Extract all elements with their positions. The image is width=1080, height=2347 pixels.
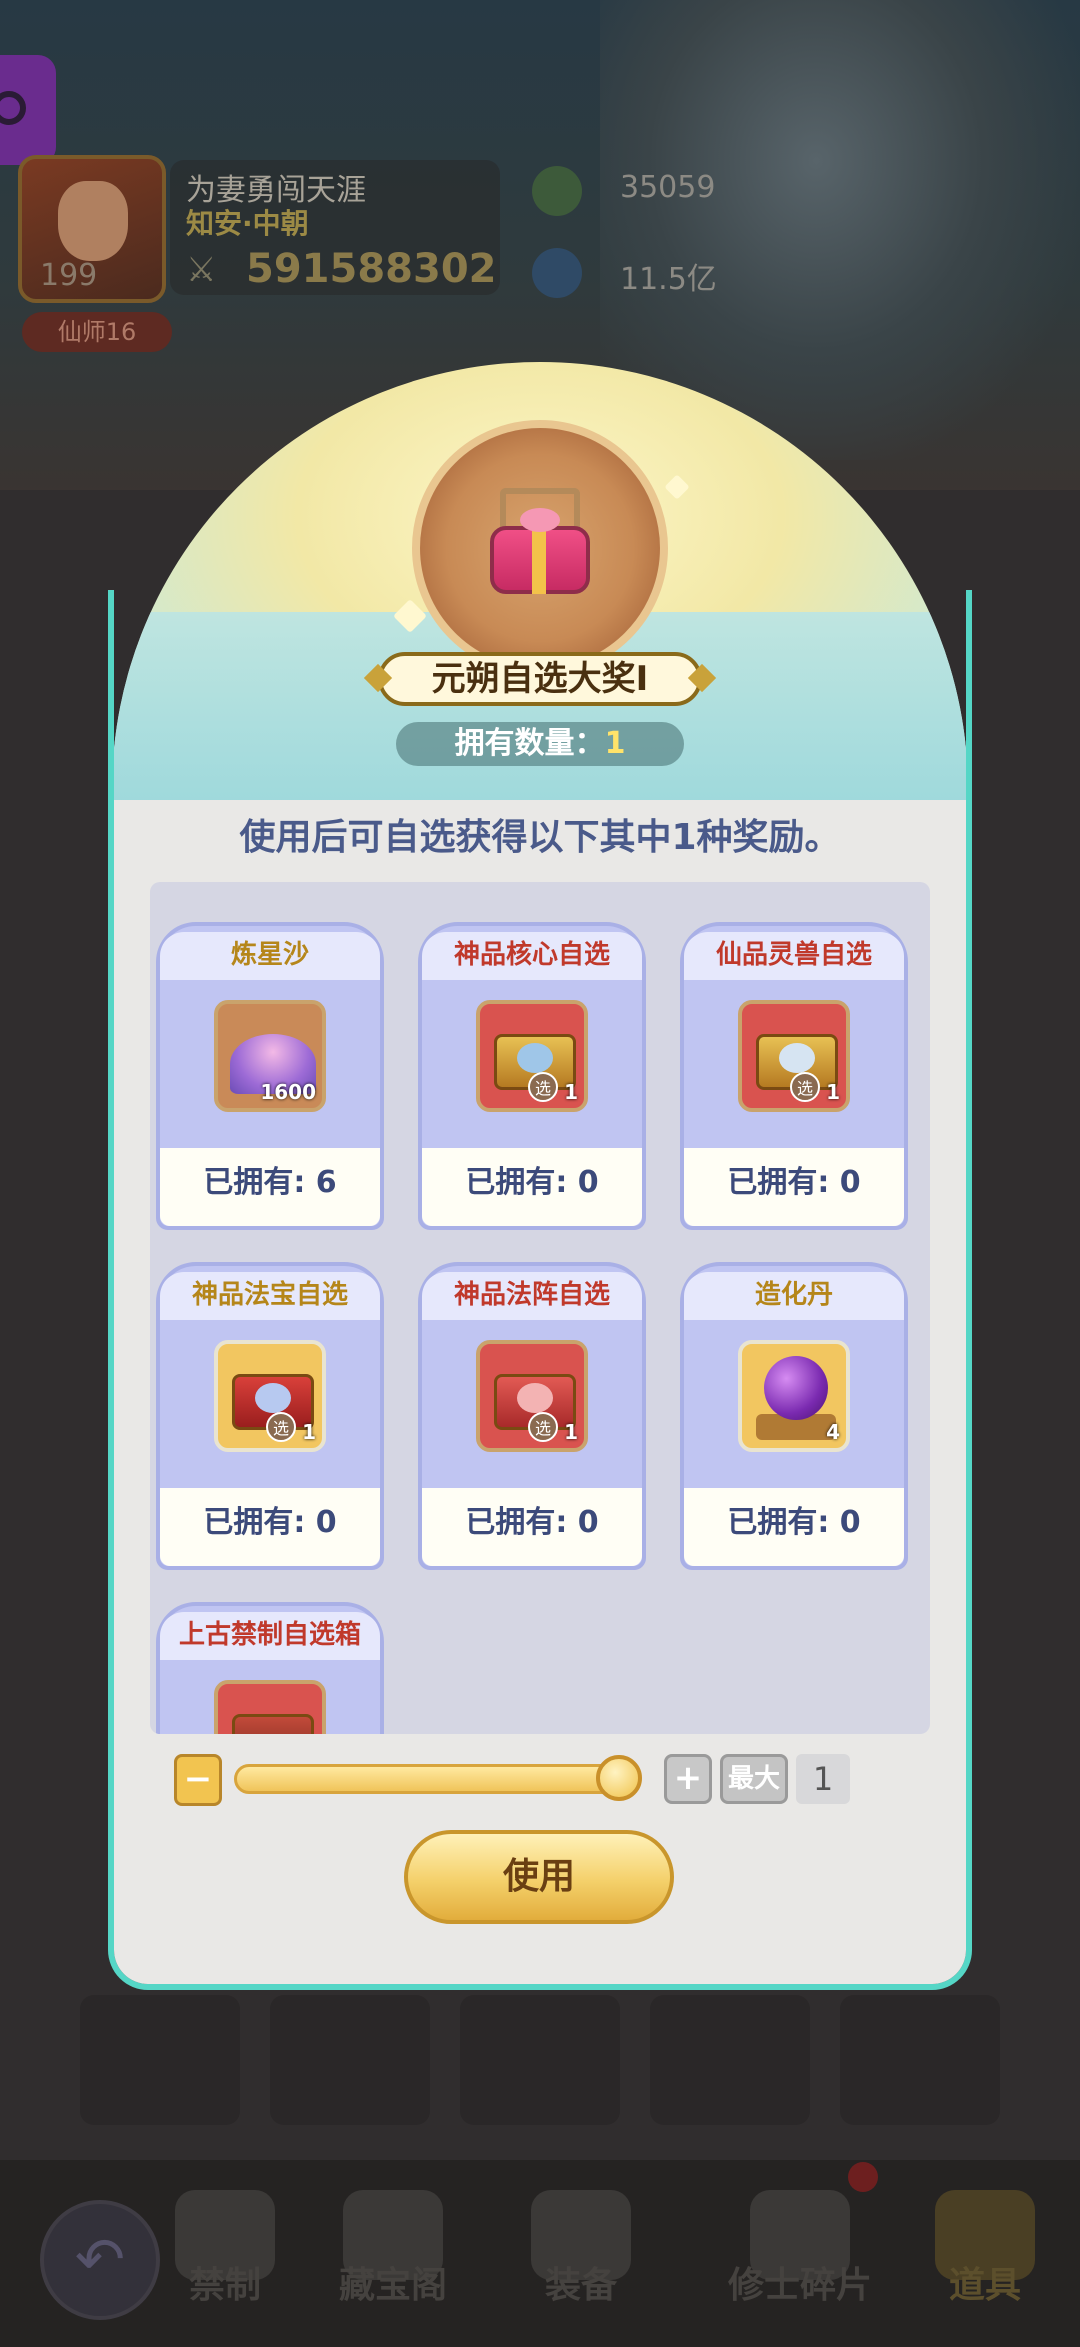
- reward-option-name: 上古禁制自选箱: [160, 1612, 380, 1660]
- owned-amount: 已拥有: 0: [422, 1488, 642, 1566]
- reward-option-core-select[interactable]: 神品核心自选 选1 已拥有: 0: [418, 922, 646, 1230]
- owned-amount: 已拥有: 0: [422, 1148, 642, 1226]
- select-mark: 选: [266, 1412, 296, 1442]
- notification-badge: [848, 2162, 878, 2192]
- nav-label: 藏宝阁: [338, 2265, 447, 2306]
- array-chest-icon: 选1: [476, 1340, 588, 1452]
- player-server: 知安·中朝: [186, 207, 309, 240]
- item-quantity: 1600: [260, 1080, 316, 1104]
- inventory-slot: [460, 1995, 620, 2125]
- reward-option-treasure-select[interactable]: 神品法宝自选 选1 已拥有: 0: [156, 1262, 384, 1570]
- item-quantity: 1: [826, 1080, 840, 1104]
- reward-option-purple-pill[interactable]: 造化丹 4 已拥有: 0: [680, 1262, 908, 1570]
- reward-option-name: 仙品灵兽自选: [684, 932, 904, 980]
- reward-option-name: 神品法阵自选: [422, 1272, 642, 1320]
- combat-power: 591588302: [246, 246, 497, 292]
- quantity-slider[interactable]: [234, 1764, 634, 1794]
- beast-chest-icon: 选1: [738, 1000, 850, 1112]
- avatar-face: [58, 181, 128, 261]
- nav-tab-seal[interactable]: 禁制: [150, 2180, 300, 2330]
- core-chest-icon: 选1: [476, 1000, 588, 1112]
- reward-option-name: 炼星沙: [160, 932, 380, 980]
- nav-tab-fragments[interactable]: 修士碎片: [710, 2180, 890, 2330]
- reward-description: 使用后可自选获得以下其中1种奖励。: [239, 817, 841, 858]
- nav-label: 修士碎片: [727, 2265, 872, 2306]
- increase-button[interactable]: +: [664, 1754, 712, 1804]
- gift-box-icon: [486, 488, 594, 600]
- back-arrow-icon[interactable]: ↶: [40, 2200, 160, 2320]
- item-quantity: 1: [302, 1420, 316, 1444]
- owned-amount: 已拥有: 0: [160, 1488, 380, 1566]
- resource-value: 35059: [620, 170, 716, 205]
- reward-option-ancient-select[interactable]: 上古禁制自选箱: [156, 1602, 384, 1734]
- nav-label: 禁制: [188, 2265, 261, 2306]
- select-mark: 选: [528, 1412, 558, 1442]
- resource-value: 11.5亿: [620, 262, 717, 297]
- reward-option-name: 造化丹: [684, 1272, 904, 1320]
- max-button[interactable]: 最大: [720, 1754, 788, 1804]
- item-quantity: 1: [564, 1420, 578, 1444]
- nav-tab-equipment[interactable]: 装备: [506, 2180, 656, 2330]
- side-menu-button[interactable]: [0, 55, 56, 165]
- owned-count-value: 1: [604, 726, 626, 761]
- blue-orb-icon: [532, 248, 582, 298]
- player-level: 199: [40, 258, 98, 293]
- treasure-chest-icon: 选1: [214, 1340, 326, 1452]
- star-sand-icon: 1600: [214, 1000, 326, 1112]
- owned-count-label: 拥有数量：: [454, 726, 605, 761]
- reward-option-star-sand[interactable]: 炼星沙 1600 已拥有: 6: [156, 922, 384, 1230]
- owned-amount: 已拥有: 0: [684, 1148, 904, 1226]
- decrease-button[interactable]: −: [174, 1754, 222, 1806]
- owned-amount: 已拥有: 0: [684, 1488, 904, 1566]
- nav-label: 道具: [948, 2265, 1021, 2306]
- quantity-display: 1: [796, 1754, 850, 1804]
- rank-badge: 仙师16: [22, 312, 172, 352]
- select-mark: 选: [528, 1072, 558, 1102]
- reward-title: 元朔自选大奖Ⅰ: [378, 652, 702, 706]
- reward-option-name: 神品法宝自选: [160, 1272, 380, 1320]
- purple-pill-icon: 4: [738, 1340, 850, 1452]
- green-leaf-icon: [532, 166, 582, 216]
- nav-tab-items[interactable]: 道具: [910, 2180, 1060, 2330]
- nav-label: 装备: [544, 2265, 617, 2306]
- nav-tab-pavilion[interactable]: 藏宝阁: [318, 2180, 468, 2330]
- reward-option-name: 神品核心自选: [422, 932, 642, 980]
- ancient-chest-icon: [214, 1680, 326, 1734]
- inventory-slot: [650, 1995, 810, 2125]
- select-mark: 选: [790, 1072, 820, 1102]
- use-button[interactable]: 使用: [404, 1830, 674, 1924]
- item-quantity: 1: [564, 1080, 578, 1104]
- owned-amount: 已拥有: 6: [160, 1148, 380, 1226]
- inventory-slot: [840, 1995, 1000, 2125]
- ring-icon: [0, 91, 26, 125]
- owned-count-pill: 拥有数量：1: [396, 722, 684, 766]
- inventory-slot: [270, 1995, 430, 2125]
- item-quantity: 4: [826, 1420, 840, 1444]
- reward-option-array-select[interactable]: 神品法阵自选 选1 已拥有: 0: [418, 1262, 646, 1570]
- inventory-slot: [80, 1995, 240, 2125]
- reward-options-grid[interactable]: 炼星沙 1600 已拥有: 6 神品核心自选 选1 已拥有: 0 仙品灵兽自选 …: [150, 882, 930, 1734]
- slider-handle[interactable]: [596, 1755, 642, 1801]
- reward-option-beast-select[interactable]: 仙品灵兽自选 选1 已拥有: 0: [680, 922, 908, 1230]
- crossed-swords-icon: ⚔: [186, 250, 217, 290]
